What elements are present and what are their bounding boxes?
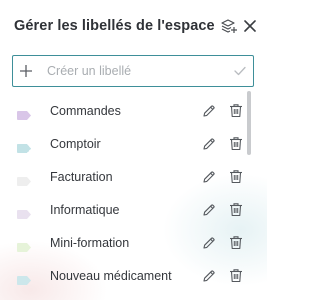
label-tag-icon: [17, 173, 31, 186]
trash-icon[interactable]: [229, 235, 243, 250]
label-row[interactable]: Informatique: [0, 194, 252, 227]
label-name: Mini-formation: [50, 236, 130, 250]
create-label-field: [12, 55, 254, 87]
pencil-icon[interactable]: [202, 203, 216, 217]
pencil-icon[interactable]: [202, 137, 216, 151]
label-name: Comptoir: [50, 137, 101, 151]
pencil-icon[interactable]: [202, 104, 216, 118]
scrollbar[interactable]: [247, 91, 251, 155]
label-row[interactable]: Nouveau médicament: [0, 260, 252, 293]
label-list: Commandes Comptoir Facturation Informatique…: [0, 95, 252, 293]
trash-icon[interactable]: [229, 202, 243, 217]
label-tag-icon: [17, 140, 31, 153]
trash-icon[interactable]: [229, 136, 243, 151]
create-label-input[interactable]: [39, 56, 227, 86]
label-tag-icon: [17, 272, 31, 285]
close-icon[interactable]: [243, 15, 257, 37]
trash-icon[interactable]: [229, 103, 243, 118]
trash-icon[interactable]: [229, 169, 243, 184]
panel-title: Gérer les libellés de l'espace: [14, 18, 215, 34]
label-name: Commandes: [50, 104, 121, 118]
panel-header: Gérer les libellés de l'espace: [14, 14, 257, 38]
pencil-icon[interactable]: [202, 236, 216, 250]
trash-icon[interactable]: [229, 268, 243, 283]
pencil-icon[interactable]: [202, 269, 216, 283]
label-name: Informatique: [50, 203, 120, 217]
label-row[interactable]: Commandes: [0, 95, 252, 128]
label-row[interactable]: Mini-formation: [0, 227, 252, 260]
label-tag-icon: [17, 206, 31, 219]
layers-plus-icon[interactable]: [221, 15, 237, 37]
plus-icon[interactable]: [13, 64, 39, 78]
pencil-icon[interactable]: [202, 170, 216, 184]
label-row[interactable]: Comptoir: [0, 128, 252, 161]
label-tag-icon: [17, 107, 31, 120]
label-tag-icon: [17, 239, 31, 252]
check-icon[interactable]: [227, 66, 253, 76]
label-name: Facturation: [50, 170, 113, 184]
label-name: Nouveau médicament: [50, 269, 172, 283]
label-manager-panel: Gérer les libellés de l'espace Créer un …: [0, 0, 267, 300]
label-row[interactable]: Facturation: [0, 161, 252, 194]
